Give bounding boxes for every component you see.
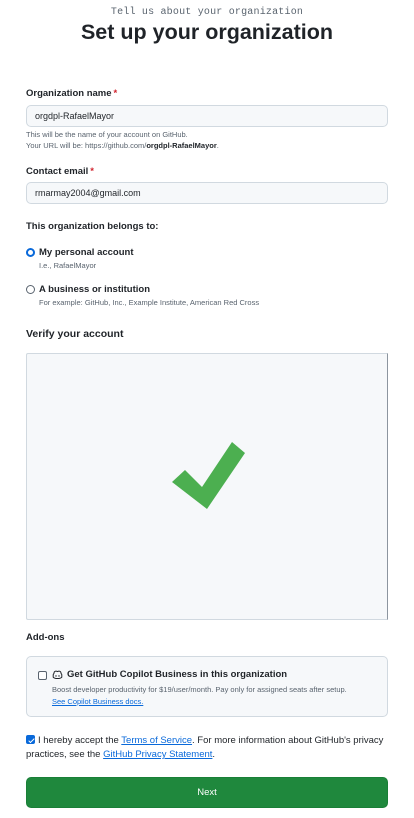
terms-text: .	[212, 749, 216, 760]
checkmark-icon	[172, 442, 245, 509]
next-button[interactable]: Next	[26, 777, 388, 808]
terms-of-service-link[interactable]: Terms of Service	[121, 735, 192, 746]
org-name-label: Organization name *	[26, 88, 118, 99]
copilot-addon-description: Boost developer productivity for $19/use…	[52, 685, 347, 694]
addons-heading: Add-ons	[26, 632, 65, 643]
radio-button[interactable]	[26, 285, 35, 294]
setup-organization-form: Tell us about your organization Set up y…	[26, 0, 388, 808]
verify-heading: Verify your account	[26, 328, 124, 340]
contact-email-input[interactable]: rmarmay2004@gmail.com	[26, 182, 388, 204]
terms-checkbox[interactable]	[26, 735, 35, 744]
privacy-statement-link[interactable]: GitHub Privacy Statement	[103, 749, 212, 760]
copilot-icon	[52, 670, 63, 679]
copilot-docs-link[interactable]: See Copilot Business docs.	[52, 697, 143, 706]
verification-captcha[interactable]	[26, 353, 388, 620]
page-title: Set up your organization	[80, 20, 334, 44]
copilot-addon-checkbox[interactable]	[38, 671, 47, 680]
copilot-addon-title: Get GitHub Copilot Business in this orga…	[67, 669, 288, 680]
radio-label: My personal account	[39, 247, 134, 258]
copilot-addon-card: Get GitHub Copilot Business in this orga…	[26, 656, 388, 717]
radio-description: I.e., RafaelMayor	[39, 261, 97, 270]
required-mark: *	[113, 88, 118, 99]
terms-text: I hereby accept the	[38, 735, 122, 746]
org-name-group: Organization name * orgdpl-RafaelMayor Th…	[26, 88, 388, 151]
radio-description: For example: GitHub, Inc., Example Insti…	[39, 298, 260, 307]
belongs-to-group: This organization belongs to: My persona…	[26, 221, 259, 307]
contact-email-group: Contact email * rmarmay2004@gmail.com	[26, 166, 388, 204]
radio-business[interactable]: A business or institution For example: G…	[26, 284, 259, 307]
page-eyebrow: Tell us about your organization	[110, 7, 304, 18]
terms-acceptance: I hereby accept the Terms of Service. Fo…	[26, 734, 388, 762]
org-name-note: This will be the name of your account on…	[26, 130, 219, 150]
radio-label: A business or institution	[39, 284, 151, 295]
required-mark: *	[90, 166, 94, 177]
radio-personal-account[interactable]: My personal account I.e., RafaelMayor	[26, 247, 259, 270]
org-name-input[interactable]: orgdpl-RafaelMayor	[26, 105, 388, 127]
belongs-to-label: This organization belongs to:	[26, 221, 159, 232]
copilot-docs-link-wrap: See Copilot Business docs.	[52, 696, 143, 707]
radio-button[interactable]	[26, 248, 35, 257]
contact-email-label: Contact email *	[26, 166, 94, 177]
